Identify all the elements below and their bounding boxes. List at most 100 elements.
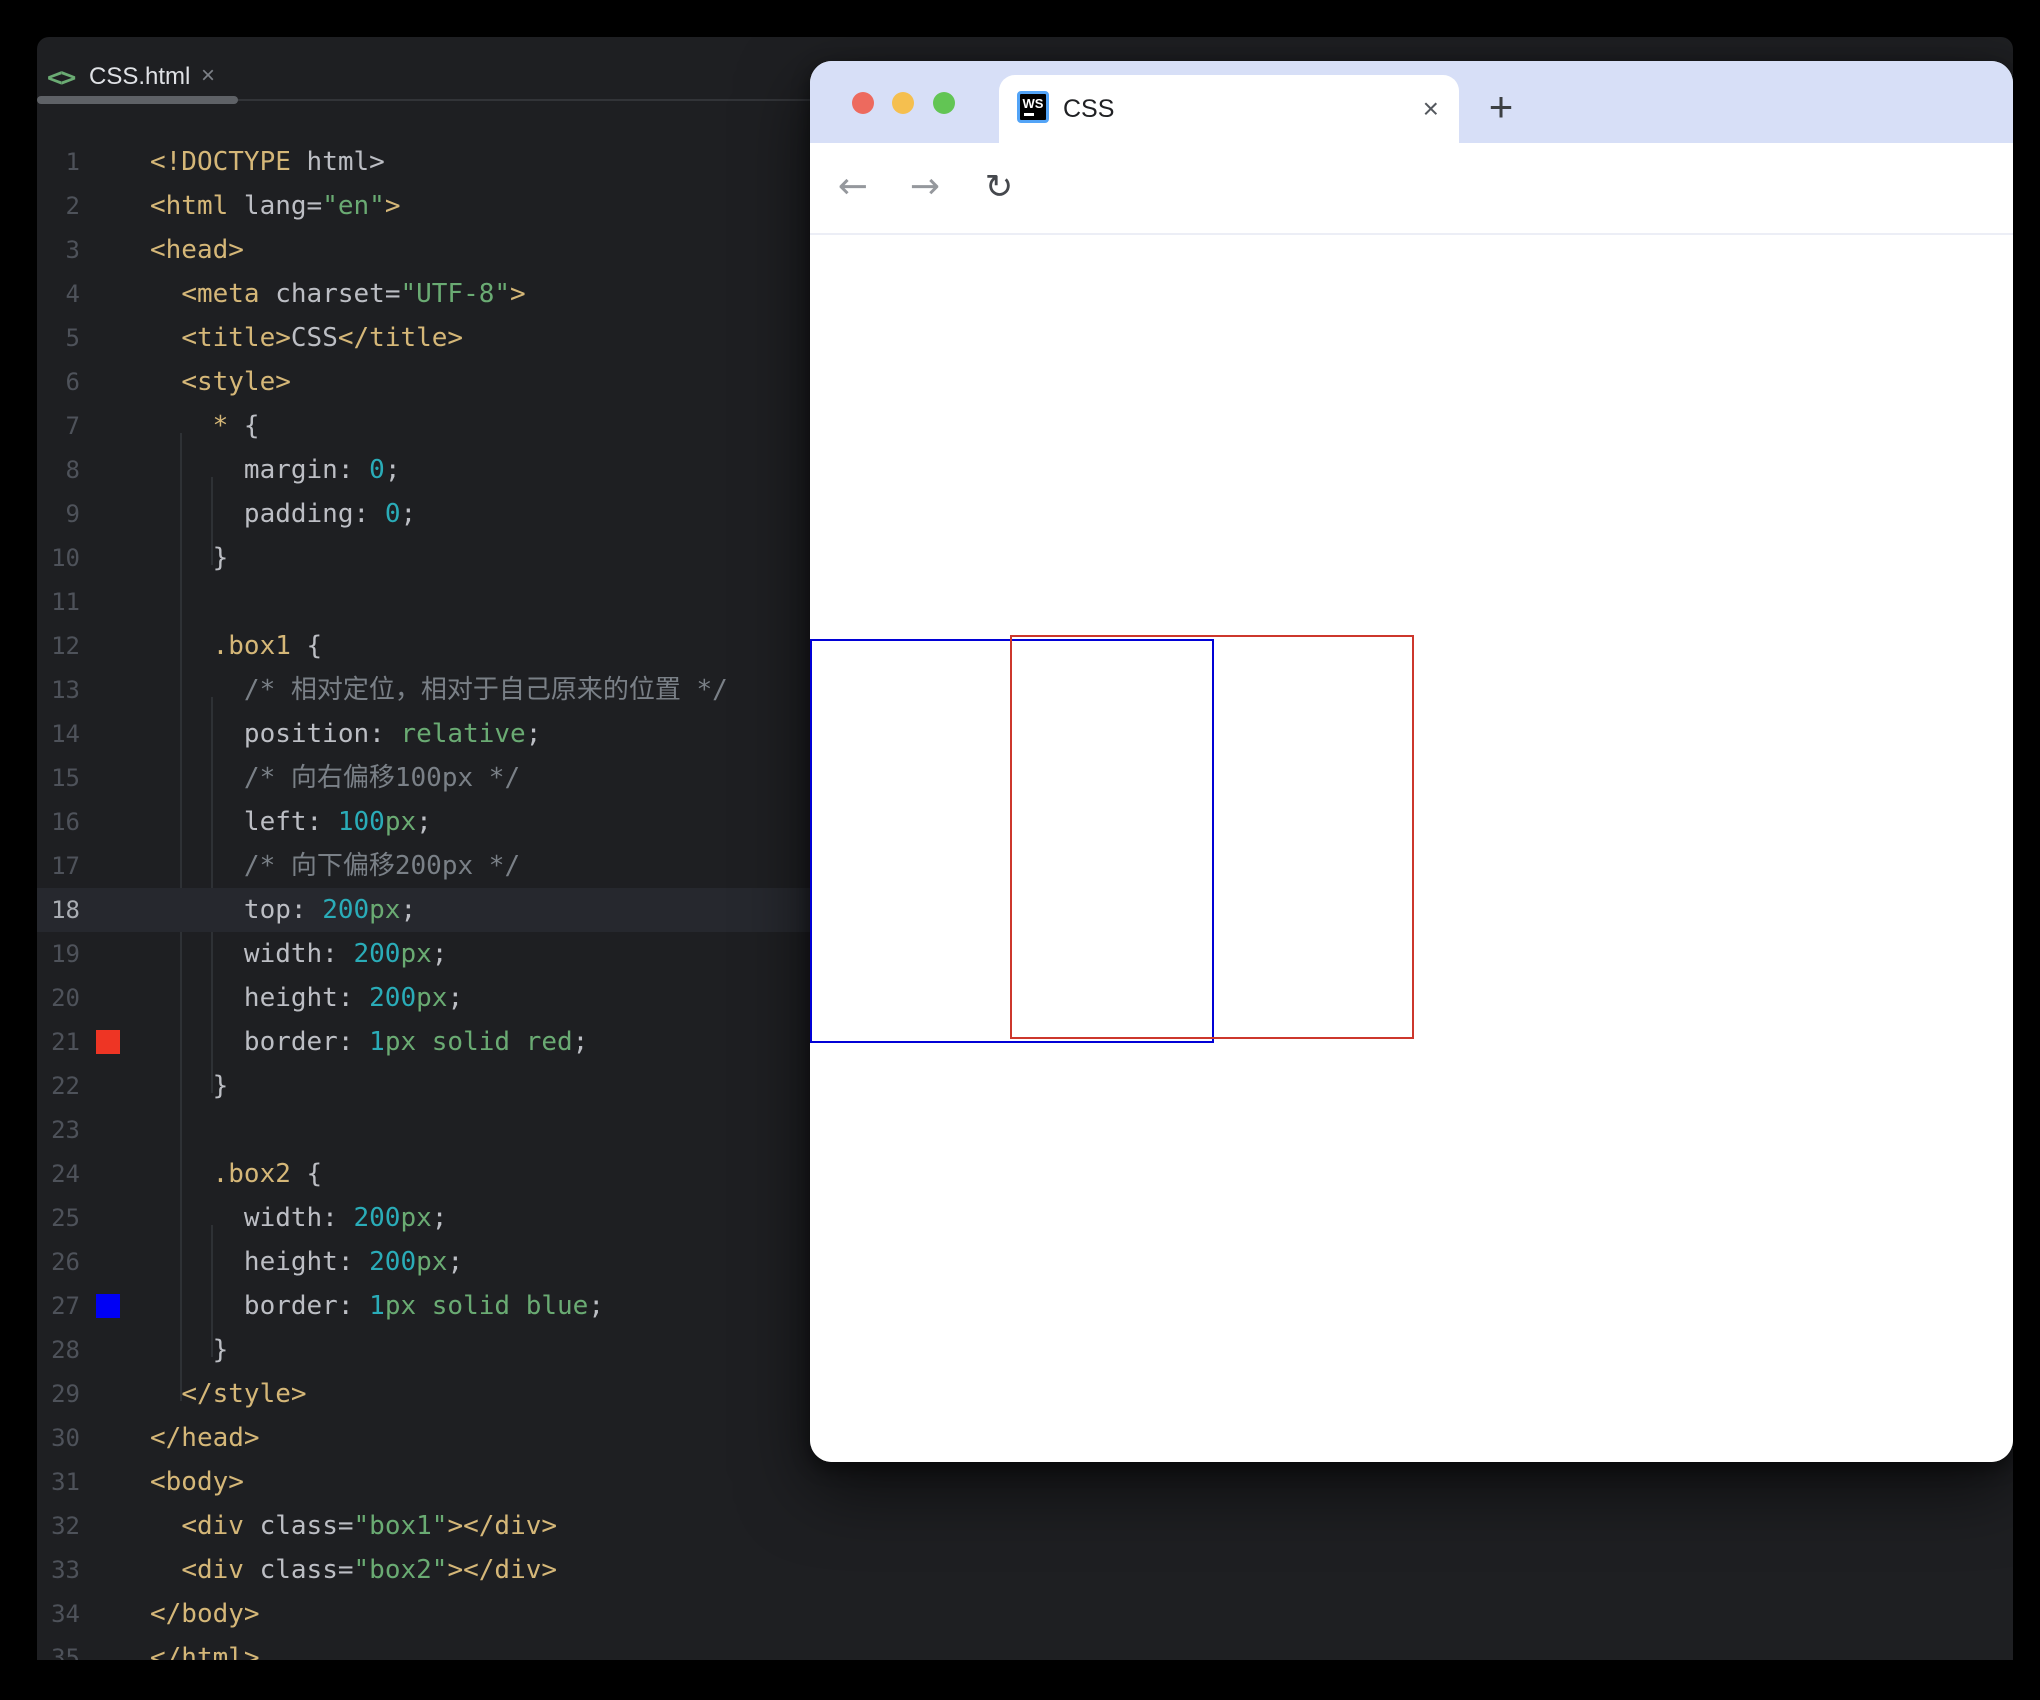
forward-button[interactable]: → xyxy=(902,143,948,233)
code-text: position: relative; xyxy=(150,712,541,756)
close-window-button[interactable] xyxy=(852,92,874,114)
code-token: lang xyxy=(243,191,307,221)
code-token: { xyxy=(290,631,323,661)
code-token: ; xyxy=(588,1291,604,1321)
code-text: <html lang="en"> xyxy=(150,184,400,228)
code-token: <html xyxy=(150,191,244,221)
code-token: height: xyxy=(150,1247,370,1277)
code-token: = xyxy=(306,191,323,221)
code-line[interactable]: 35 </html> xyxy=(37,1636,2013,1660)
line-number: 35 xyxy=(51,1644,80,1660)
line-number: 12 xyxy=(51,632,80,660)
line-number: 19 xyxy=(51,940,80,968)
code-token: <title> xyxy=(181,323,291,353)
code-token: "box1" xyxy=(353,1511,448,1541)
code-token: <div xyxy=(181,1511,260,1541)
code-token: /* 相对定位，相对于自己原来的位置 */ xyxy=(150,675,728,705)
code-token: 200 xyxy=(369,983,417,1013)
tab-close-icon[interactable]: × xyxy=(1423,75,1439,143)
code-token: { xyxy=(290,1159,323,1189)
line-number: 31 xyxy=(51,1468,80,1496)
code-token: /* 向下偏移200px */ xyxy=(150,851,521,881)
back-button[interactable]: ← xyxy=(830,143,876,233)
code-text: /* 相对定位，相对于自己原来的位置 */ xyxy=(150,668,728,712)
code-text: border: 1px solid blue; xyxy=(150,1284,604,1328)
code-token: 200 xyxy=(353,1203,401,1233)
code-token: "en" xyxy=(322,191,385,221)
code-token: px xyxy=(416,1247,448,1277)
browser-tab-title: CSS xyxy=(1063,95,1115,123)
code-token: ; xyxy=(447,1247,464,1277)
code-token: 0 xyxy=(384,499,401,529)
code-token: height: xyxy=(150,983,370,1013)
code-token: ; xyxy=(572,1027,589,1057)
code-text: height: 200px; xyxy=(150,976,463,1020)
reload-button[interactable]: ↻ xyxy=(976,143,1022,233)
color-swatch[interactable] xyxy=(96,1294,120,1318)
browser-tab-css[interactable]: WS CSS × xyxy=(999,75,1459,143)
code-token: } xyxy=(150,1071,229,1101)
code-token: ; xyxy=(431,1203,448,1233)
code-token: width: xyxy=(150,939,354,969)
line-number: 30 xyxy=(51,1424,80,1452)
line-number: 26 xyxy=(51,1248,80,1276)
browser-window: WS CSS × + ← → ↻ i localhost:63342/study… xyxy=(810,61,2013,1462)
code-text: } xyxy=(150,1064,229,1108)
code-token: "UTF-8" xyxy=(400,279,511,309)
color-swatch[interactable] xyxy=(96,1030,120,1054)
line-number: 20 xyxy=(51,984,80,1012)
minimize-window-button[interactable] xyxy=(892,92,914,114)
code-token: class xyxy=(259,1555,338,1585)
code-token: relative xyxy=(400,719,526,749)
code-text: </head> xyxy=(150,1416,260,1460)
code-token: 1 xyxy=(369,1027,385,1057)
ide-tab-css-html[interactable]: <> CSS.html × xyxy=(37,37,237,97)
line-number: 9 xyxy=(65,500,80,528)
code-token: px solid blue xyxy=(384,1291,589,1321)
code-token: <head> xyxy=(150,235,244,265)
code-line[interactable]: 34 </body> xyxy=(37,1592,2013,1636)
code-text: <div class="box1"></div> xyxy=(150,1504,557,1548)
code-token: 200 xyxy=(322,895,370,925)
ide-tab-close-icon[interactable]: × xyxy=(201,62,215,90)
code-token: </style> xyxy=(181,1379,307,1409)
code-token: 200 xyxy=(369,1247,417,1277)
line-number: 8 xyxy=(65,456,80,484)
maximize-window-button[interactable] xyxy=(933,92,955,114)
code-token: </title> xyxy=(337,323,464,353)
code-token: CSS xyxy=(290,323,338,353)
line-number: 3 xyxy=(65,236,80,264)
code-text: width: 200px; xyxy=(150,932,448,976)
webstorm-favicon-label: WS xyxy=(1022,96,1044,111)
line-number: 6 xyxy=(65,368,80,396)
code-token: * xyxy=(212,411,229,441)
code-line[interactable]: 32 <div class="box1"></div> xyxy=(37,1504,2013,1548)
code-line[interactable]: 33 <div class="box2"></div> xyxy=(37,1548,2013,1592)
code-token: padding: xyxy=(150,499,385,529)
code-text: } xyxy=(150,536,229,580)
code-text: width: 200px; xyxy=(150,1196,448,1240)
code-token: ; xyxy=(400,895,417,925)
new-tab-button[interactable]: + xyxy=(1478,75,1524,143)
code-line[interactable]: 31 <body> xyxy=(37,1460,2013,1504)
code-token: ; xyxy=(525,719,542,749)
code-token: px xyxy=(400,939,432,969)
html-file-icon: <> xyxy=(47,63,76,93)
line-number: 18 xyxy=(51,896,80,924)
code-token: </head> xyxy=(150,1423,260,1453)
line-number: 5 xyxy=(65,324,80,352)
code-text: /* 向下偏移200px */ xyxy=(150,844,520,888)
code-token: > xyxy=(510,279,526,309)
line-number: 33 xyxy=(51,1556,80,1584)
code-text: } xyxy=(150,1328,229,1372)
code-token: margin: xyxy=(150,455,370,485)
code-token: <div xyxy=(181,1555,260,1585)
code-token: px xyxy=(384,807,417,837)
code-token: ></div> xyxy=(447,1555,558,1585)
line-number: 21 xyxy=(51,1028,80,1056)
code-token: 200 xyxy=(353,939,401,969)
